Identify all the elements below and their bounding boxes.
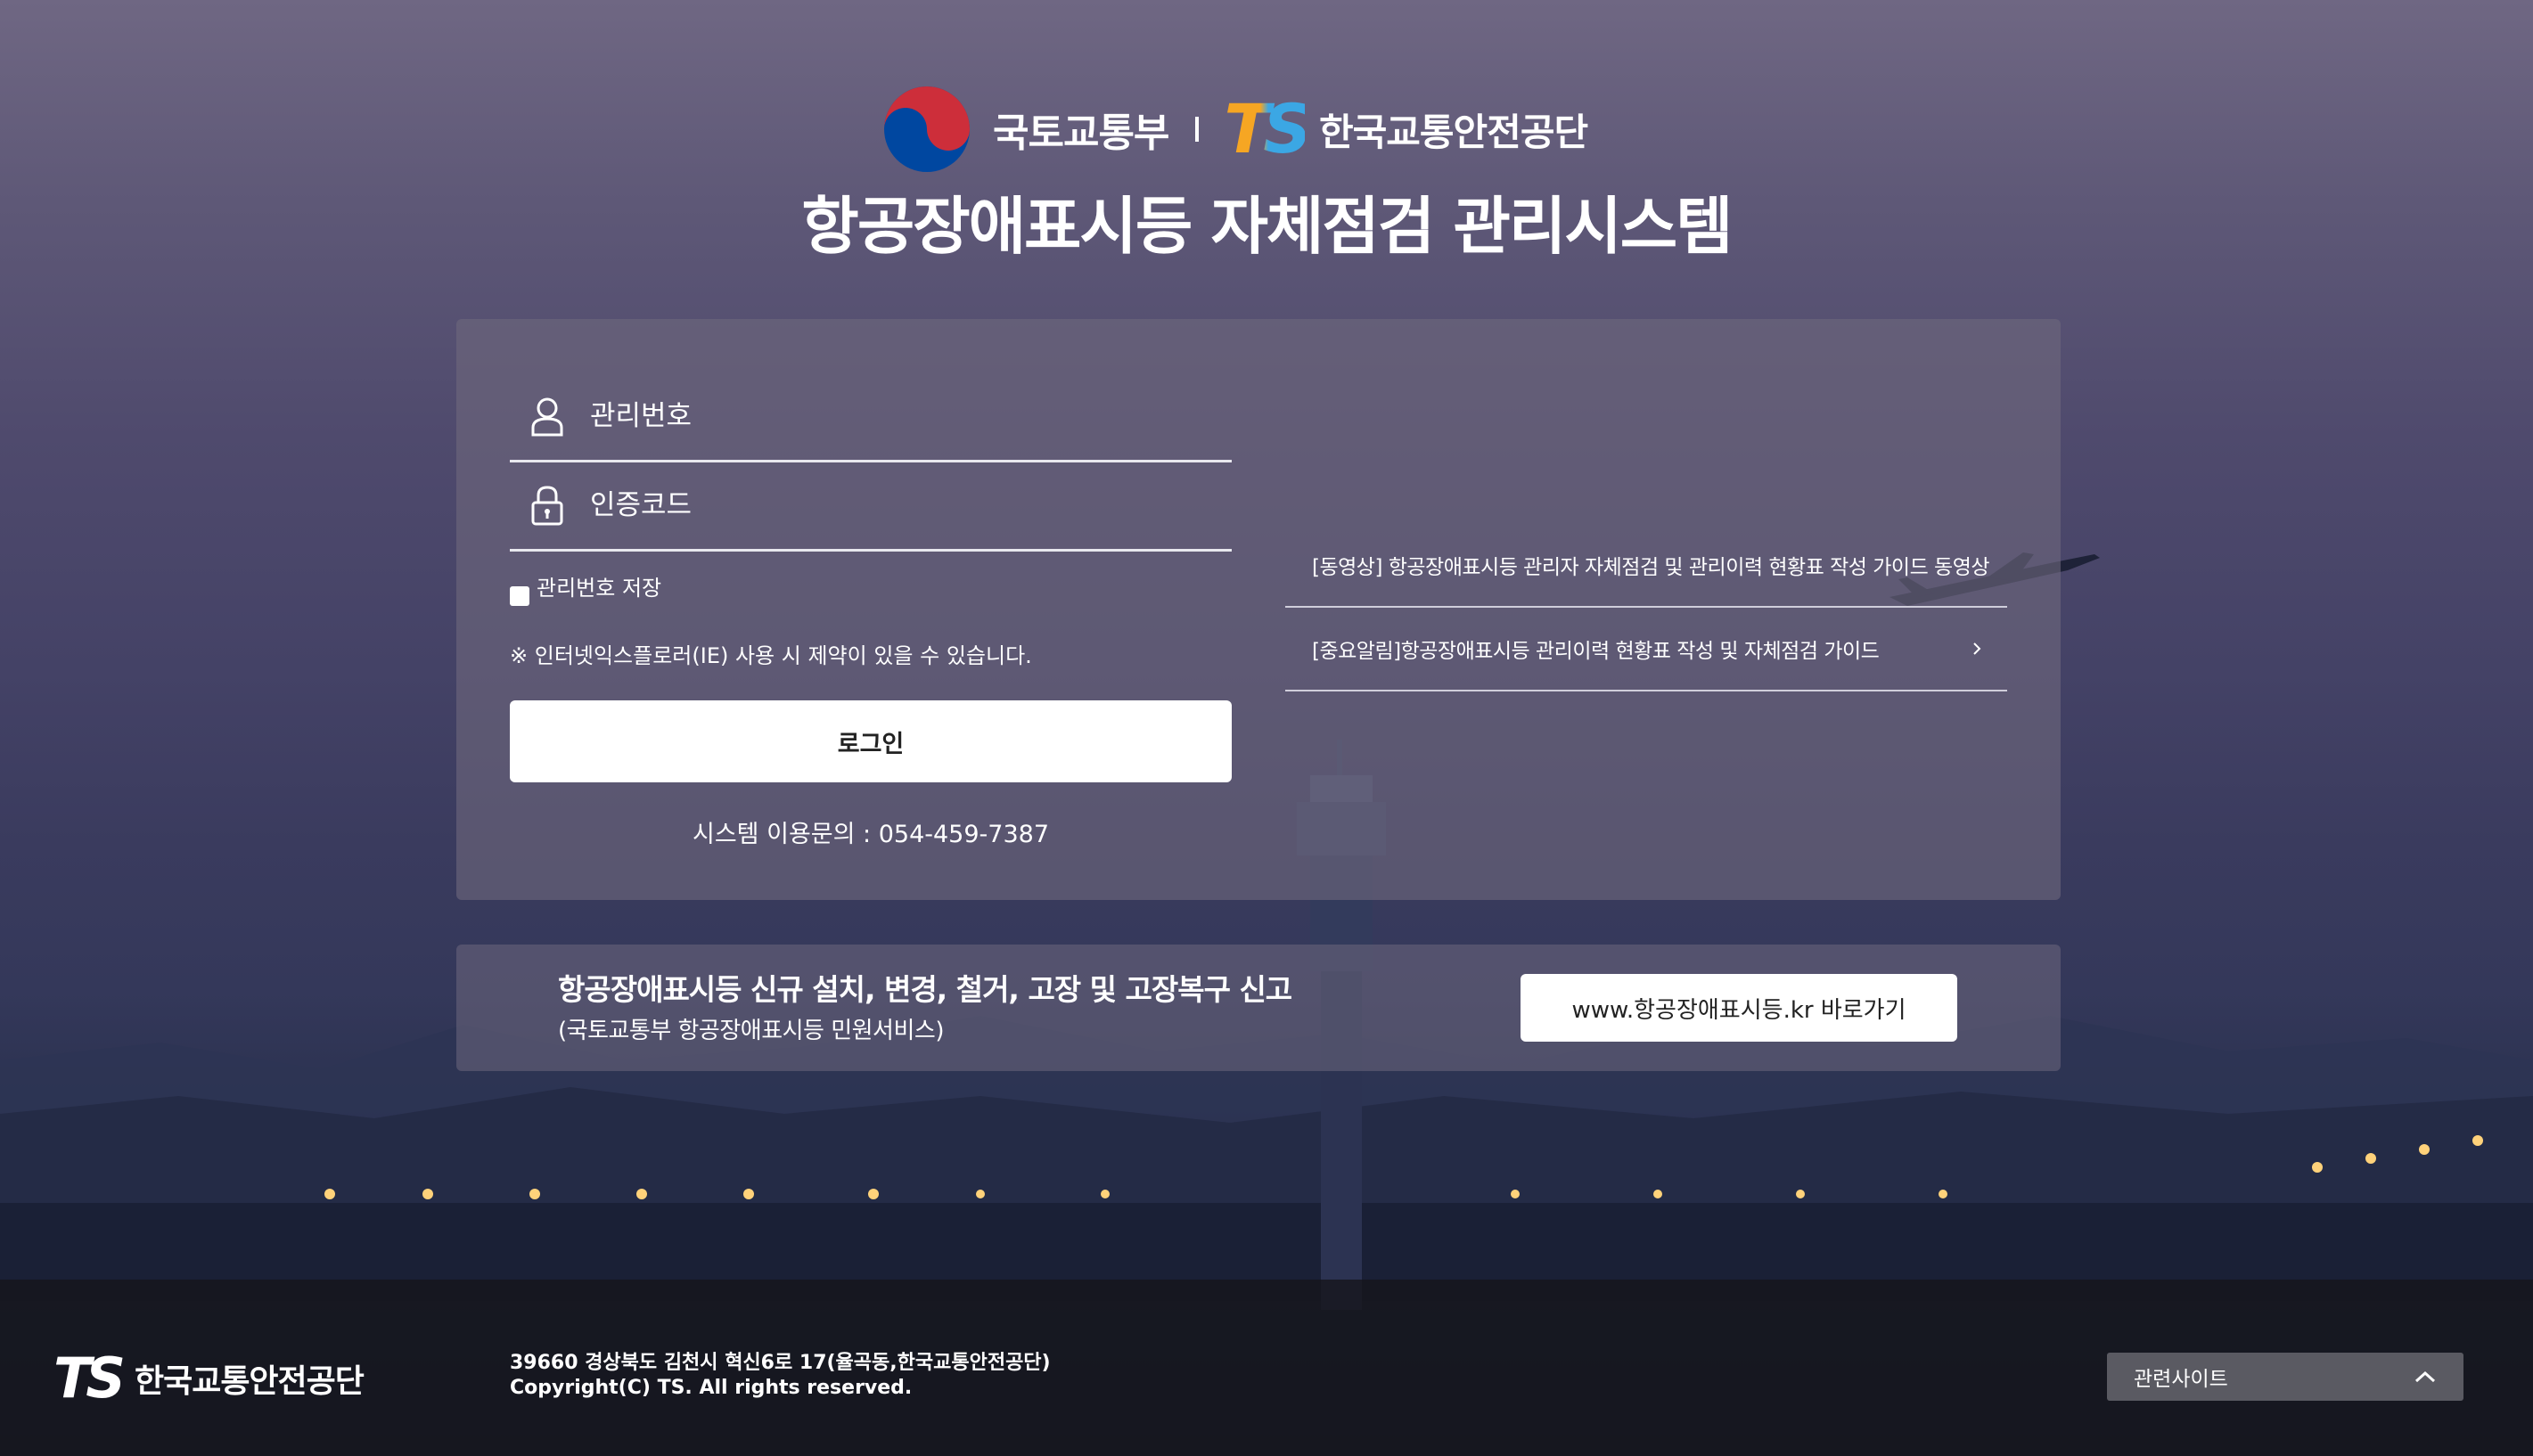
logo-divider	[1195, 117, 1200, 142]
login-button[interactable]: 로그인	[510, 700, 1232, 782]
complaint-title: 항공장애표시등 신규 설치, 변경, 철거, 고장 및 고장복구 신고	[558, 972, 1292, 1007]
management-number-input[interactable]	[588, 399, 1216, 433]
contact-info: 시스템 이용문의 : 054-459-7387	[693, 821, 1049, 848]
ministry-name: 국토교통부	[993, 110, 1169, 156]
auth-code-input[interactable]	[588, 488, 1216, 522]
related-sites-label[interactable]: 관련사이트	[2134, 1362, 2228, 1392]
ministry-logo: 국토교통부	[881, 83, 1169, 176]
user-icon	[531, 397, 563, 437]
notice-item[interactable]: [중요알림]항공장애표시등 관리이력 현황표 작성 및 자체점검 가이드	[1285, 608, 2007, 691]
footer-info: 39660 경상북도 김천시 혁신6로 17(율곡동,한국교통안전공단) Cop…	[510, 1351, 1051, 1401]
notice-title[interactable]: [동영상] 항공장애표시등 관리자 자체점검 및 관리이력 현황표 작성 가이드…	[1312, 550, 1990, 580]
complaint-subtitle: (국토교통부 항공장애표시등 민원서비스)	[558, 1018, 944, 1044]
login-card: 관리번호 저장 ※ 인터넷익스플로러(IE) 사용 시 제약이 있을 수 있습니…	[456, 319, 2061, 900]
ts-logo-name: 한국교통안전공단	[1318, 110, 1588, 154]
footer-logo-mark: TS	[53, 1346, 126, 1411]
ts-logo-mark: TS	[1224, 89, 1312, 168]
footer-logo-name: 한국교통안전공단	[134, 1363, 365, 1400]
related-sites-dropdown[interactable]: 관련사이트	[2107, 1353, 2463, 1401]
save-id-row: 관리번호 저장	[510, 570, 661, 606]
footer-ts-logo: TS 한국교통안전공단	[53, 1346, 365, 1411]
lock-icon	[531, 486, 563, 526]
complaint-banner: 항공장애표시등 신규 설치, 변경, 철거, 고장 및 고장복구 신고 (국토교…	[456, 945, 2061, 1071]
notice-item[interactable]: [동영상] 항공장애표시등 관리자 자체점검 및 관리이력 현황표 작성 가이드…	[1285, 524, 2007, 608]
ie-notice: ※ 인터넷익스플로러(IE) 사용 시 제약이 있을 수 있습니다.	[510, 643, 1032, 668]
page-title: 항공장애표시등 자체점검 관리시스템	[801, 190, 1733, 263]
taegeuk-emblem-icon	[884, 86, 970, 172]
footer-copyright: Copyright(C) TS. All rights reserved.	[510, 1377, 913, 1399]
id-field	[510, 372, 1232, 462]
chevron-right-icon[interactable]	[1966, 638, 1988, 659]
save-id-label[interactable]: 관리번호 저장	[537, 570, 661, 601]
runway-lights	[0, 1135, 2533, 1301]
login-page: 국토교통부 TS 한국교통안전공단 항공장애표시등 자체점검 관리시스템 관리번…	[0, 0, 2533, 1456]
complaint-site-link-button[interactable]: www.항공장애표시등.kr 바로가기	[1521, 974, 1957, 1042]
chevron-up-icon[interactable]	[2414, 1370, 2437, 1384]
code-field	[510, 462, 1232, 552]
ts-logo: TS 한국교통안전공단	[1224, 89, 1588, 168]
notice-list: [동영상] 항공장애표시등 관리자 자체점검 및 관리이력 현황표 작성 가이드…	[1285, 524, 2007, 691]
notice-title[interactable]: [중요알림]항공장애표시등 관리이력 현황표 작성 및 자체점검 가이드	[1312, 634, 1880, 664]
footer-address: 39660 경상북도 김천시 혁신6로 17(율곡동,한국교통안전공단)	[510, 1352, 1051, 1374]
header-logos: 국토교통부 TS 한국교통안전공단	[881, 80, 1647, 178]
save-id-checkbox[interactable]	[510, 586, 529, 606]
footer: TS 한국교통안전공단 39660 경상북도 김천시 혁신6로 17(율곡동,한…	[0, 1280, 2533, 1456]
